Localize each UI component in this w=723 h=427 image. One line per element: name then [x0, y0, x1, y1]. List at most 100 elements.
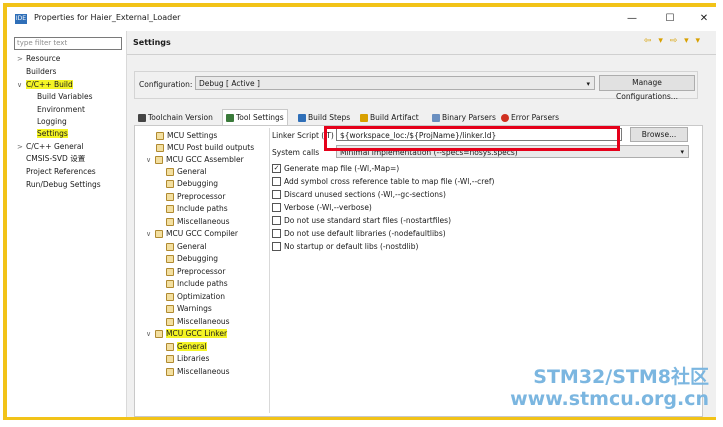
tool-item-gcc-linker[interactable]: ∨ MCU GCC Linker: [146, 328, 228, 340]
checkbox[interactable]: [272, 228, 281, 238]
tool-item-cc-include-paths[interactable]: Include paths: [166, 278, 228, 290]
window-titlebar: IDE Properties for Haier_External_Loader…: [7, 7, 716, 31]
option-nodefaultlibs[interactable]: Do not use default libraries (-nodefault…: [272, 228, 446, 239]
filter-input[interactable]: type filter text: [14, 37, 122, 50]
settings-page-icon: [166, 368, 174, 376]
collapse-arrow-icon[interactable]: ∨: [146, 328, 155, 340]
tool-item-ld-general[interactable]: General: [166, 341, 207, 353]
checkbox[interactable]: [272, 176, 281, 186]
nav-item-settings[interactable]: Settings: [37, 128, 68, 140]
tool-item-cc-general[interactable]: General: [166, 241, 207, 253]
settings-page-icon: [166, 318, 174, 326]
tab-error-parsers[interactable]: Error Parsers: [501, 111, 559, 125]
chevron-down-icon: ▾: [586, 80, 590, 88]
collapse-arrow-icon[interactable]: ∨: [17, 79, 26, 91]
tool-item-cc-debugging[interactable]: Debugging: [166, 253, 218, 265]
settings-page-icon: [166, 168, 174, 176]
settings-page-icon: [166, 180, 174, 188]
close-button[interactable]: ✕: [693, 11, 715, 27]
settings-page: Settings ⇦ ▾ ⇨ ▾ ▾ Configuration: Debug …: [127, 31, 716, 417]
window-title: Properties for Haier_External_Loader: [34, 13, 181, 22]
collapse-arrow-icon[interactable]: ∨: [146, 228, 155, 240]
configuration-group: Configuration: Debug [ Active ] ▾ Manage…: [134, 71, 698, 101]
option-nostdlib[interactable]: No startup or default libs (-nostdlib): [272, 241, 418, 252]
watermark: STM32/STM8社区 www.stmcu.org.cn: [510, 366, 709, 410]
tool-item-asm-preprocessor[interactable]: Preprocessor: [166, 191, 225, 203]
tab-build-steps[interactable]: Build Steps: [298, 111, 350, 125]
settings-page-icon: [166, 193, 174, 201]
tool-icon: [155, 230, 163, 238]
page-title: Settings: [133, 38, 171, 47]
nav-item-builders[interactable]: Builders: [26, 66, 56, 78]
settings-page-icon: [166, 280, 174, 288]
option-verbose[interactable]: Verbose (-Wl,--verbose): [272, 202, 372, 213]
nav-item-resource[interactable]: > Resource: [17, 53, 60, 65]
tool-item-cc-preprocessor[interactable]: Preprocessor: [166, 266, 225, 278]
settings-page-icon: [156, 144, 164, 152]
tool-icon: [155, 330, 163, 338]
option-cross-reference[interactable]: Add symbol cross reference table to map …: [272, 176, 494, 187]
manage-configurations-button[interactable]: Manage Configurations...: [599, 75, 695, 101]
settings-page-icon: [166, 268, 174, 276]
nav-item-cpp-build[interactable]: ∨ C/C++ Build: [17, 79, 73, 91]
app-icon: IDE: [15, 14, 27, 24]
tab-toolchain-version[interactable]: Toolchain Version: [138, 111, 213, 125]
tool-item-mcu-post-build[interactable]: MCU Post build outputs: [156, 142, 254, 154]
expand-arrow-icon[interactable]: >: [17, 53, 26, 65]
nav-item-build-variables[interactable]: Build Variables: [37, 91, 93, 103]
tool-item-ld-libraries[interactable]: Libraries: [166, 353, 209, 365]
tool-settings-icon: [226, 114, 234, 122]
collapse-arrow-icon[interactable]: ∨: [146, 154, 155, 166]
nav-item-cmsis-svd[interactable]: CMSIS-SVD 设置: [26, 153, 85, 165]
tool-item-gcc-compiler[interactable]: ∨ MCU GCC Compiler: [146, 228, 238, 240]
tool-item-asm-debugging[interactable]: Debugging: [166, 178, 218, 190]
history-nav-icon[interactable]: ⇦ ▾ ⇨ ▾ ▾: [644, 36, 702, 46]
checkbox[interactable]: [272, 241, 281, 251]
minimize-button[interactable]: —: [621, 11, 643, 27]
tool-item-asm-general[interactable]: General: [166, 166, 207, 178]
tool-icon: [155, 156, 163, 164]
tab-build-artifact[interactable]: Build Artifact: [360, 111, 419, 125]
checkbox[interactable]: [272, 215, 281, 225]
settings-page-icon: [156, 132, 164, 140]
tool-item-cc-optimization[interactable]: Optimization: [166, 291, 225, 303]
watermark-line1: STM32/STM8社区: [533, 366, 709, 388]
nav-item-logging[interactable]: Logging: [37, 116, 67, 128]
tool-tree: MCU Settings MCU Post build outputs ∨ MCU…: [143, 128, 270, 413]
expand-arrow-icon[interactable]: >: [17, 141, 26, 153]
option-generate-map[interactable]: ✓ Generate map file (-Wl,-Map=): [272, 163, 399, 174]
checkbox[interactable]: [272, 202, 281, 212]
tool-item-cc-miscellaneous[interactable]: Miscellaneous: [166, 316, 230, 328]
annotation-highlight-box: [324, 126, 620, 151]
build-artifact-icon: [360, 114, 368, 122]
binary-parsers-icon: [432, 114, 440, 122]
build-steps-icon: [298, 114, 306, 122]
tool-item-asm-include-paths[interactable]: Include paths: [166, 203, 228, 215]
checkbox[interactable]: ✓: [272, 163, 281, 173]
tool-item-mcu-settings[interactable]: MCU Settings: [156, 130, 217, 142]
tool-item-cc-warnings[interactable]: Warnings: [166, 303, 212, 315]
checkbox[interactable]: [272, 189, 281, 199]
settings-page-icon: [166, 355, 174, 363]
configuration-select[interactable]: Debug [ Active ] ▾: [195, 76, 595, 90]
browse-button[interactable]: Browse...: [630, 127, 688, 142]
tool-item-ld-miscellaneous[interactable]: Miscellaneous: [166, 366, 230, 378]
option-gc-sections[interactable]: Discard unused sections (-Wl,--gc-sectio…: [272, 189, 446, 200]
option-nostartfiles[interactable]: Do not use standard start files (-nostar…: [272, 215, 451, 226]
settings-content: Configuration: Debug [ Active ] ▾ Manage…: [127, 55, 716, 417]
tool-item-asm-miscellaneous[interactable]: Miscellaneous: [166, 216, 230, 228]
nav-item-cpp-general[interactable]: > C/C++ General: [17, 141, 84, 153]
nav-item-project-references[interactable]: Project References: [26, 166, 96, 178]
tab-binary-parsers[interactable]: Binary Parsers: [432, 111, 496, 125]
settings-page-icon: [166, 243, 174, 251]
toolchain-icon: [138, 114, 146, 122]
settings-tabbar: Toolchain Version Tool Settings Build St…: [134, 109, 694, 125]
settings-page-icon: [166, 305, 174, 313]
settings-page-icon: [166, 218, 174, 226]
tab-tool-settings[interactable]: Tool Settings: [222, 109, 288, 125]
settings-page-icon: [166, 343, 174, 351]
nav-item-run-debug-settings[interactable]: Run/Debug Settings: [26, 179, 101, 191]
nav-item-environment[interactable]: Environment: [37, 104, 85, 116]
tool-item-gcc-assembler[interactable]: ∨ MCU GCC Assembler: [146, 154, 244, 166]
maximize-button[interactable]: ☐: [659, 11, 681, 27]
